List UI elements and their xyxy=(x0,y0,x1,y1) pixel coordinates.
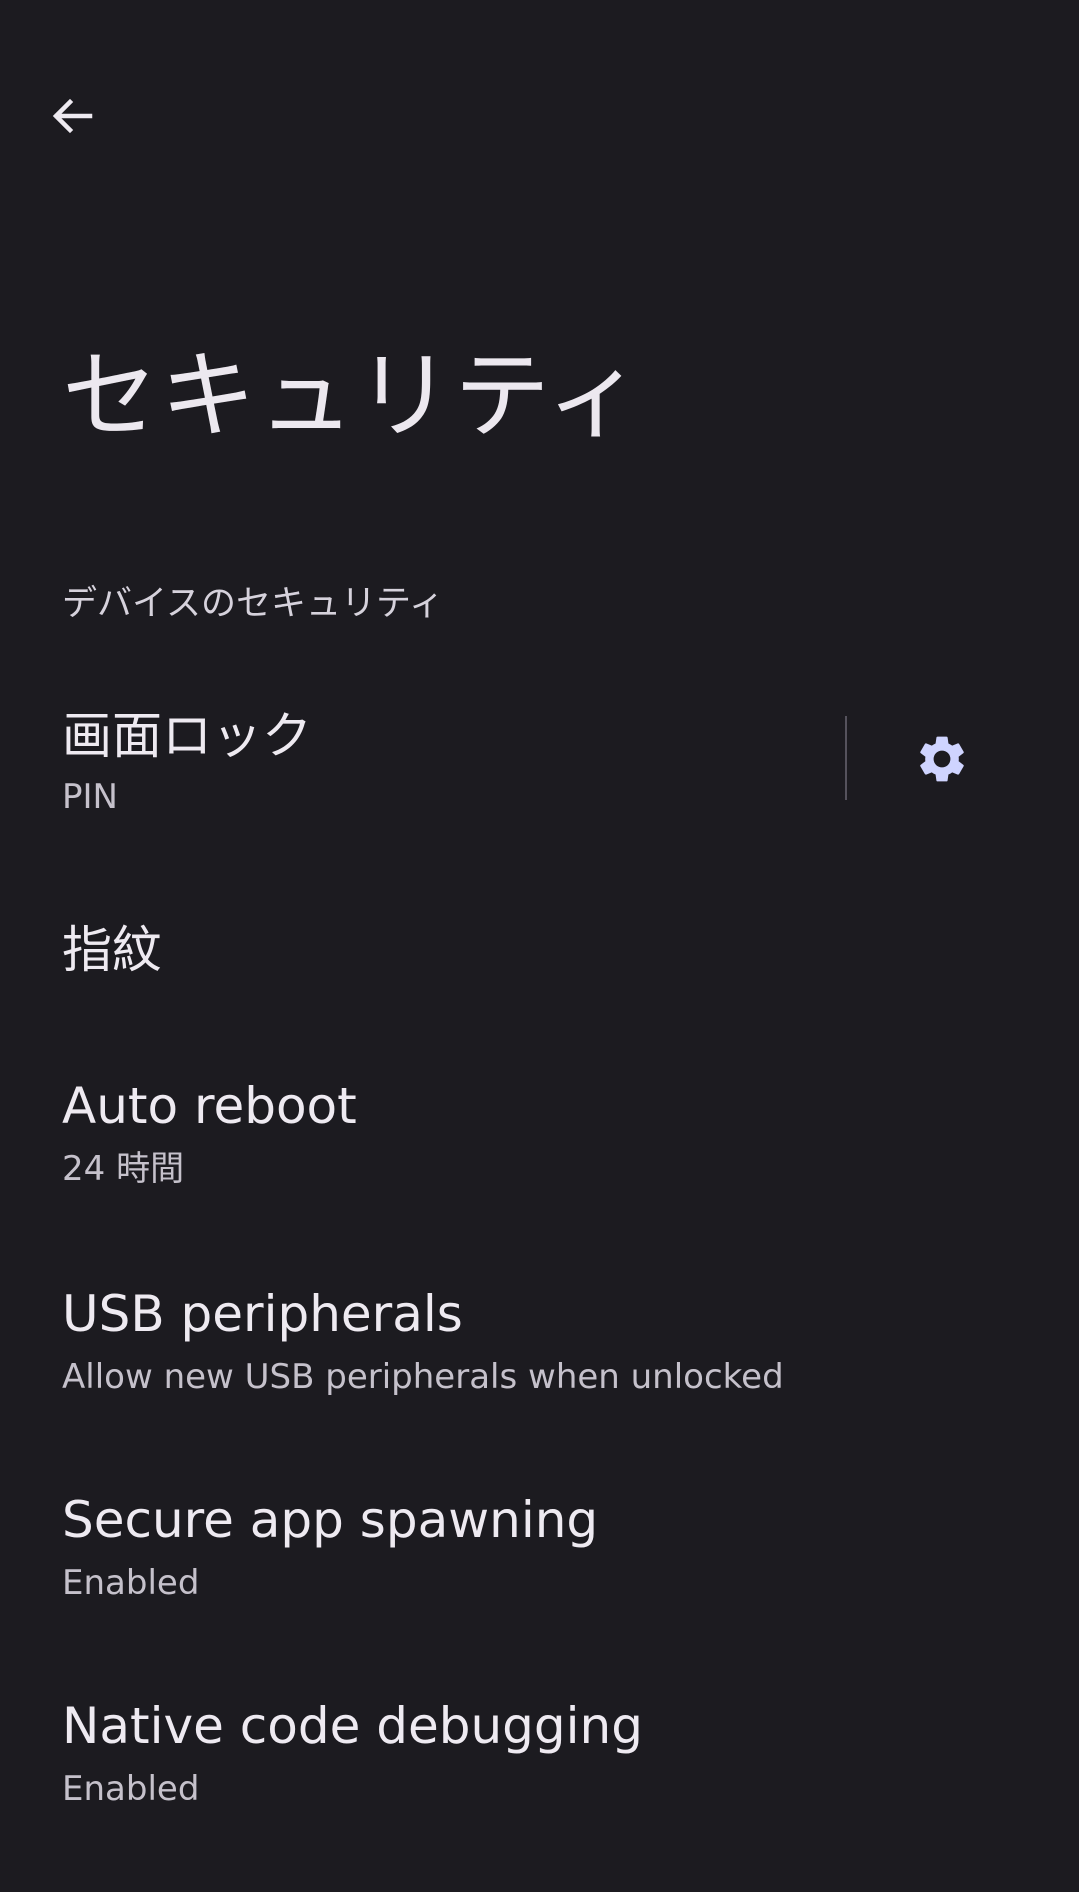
section-header-device-security: デバイスのセキュリティ xyxy=(62,584,444,624)
vertical-divider xyxy=(845,716,847,800)
pref-summary: PIN xyxy=(62,777,118,817)
pref-title: 画面ロック xyxy=(62,707,312,765)
pref-title: 指紋 xyxy=(62,921,162,979)
pref-title: USB peripherals xyxy=(62,1285,463,1343)
pref-summary: Enabled xyxy=(62,1563,200,1603)
pref-title: Auto reboot xyxy=(62,1077,357,1135)
pref-title: Native code debugging xyxy=(62,1697,643,1755)
pref-usb-peripherals[interactable]: USB peripherals Allow new USB peripheral… xyxy=(0,1268,1079,1418)
screen-lock-settings-button[interactable] xyxy=(898,715,986,803)
pref-auto-reboot[interactable]: Auto reboot 24 時間 xyxy=(0,1060,1079,1210)
back-button[interactable] xyxy=(34,78,110,154)
pref-title: Secure app spawning xyxy=(62,1491,599,1549)
gear-icon xyxy=(920,736,964,782)
page-title: セキュリティ xyxy=(62,340,645,452)
pref-summary: Enabled xyxy=(62,1769,200,1809)
pref-summary: Allow new USB peripherals when unlocked xyxy=(62,1357,784,1397)
pref-secure-app-spawning[interactable]: Secure app spawning Enabled xyxy=(0,1474,1079,1624)
arrow-back-icon xyxy=(52,98,93,134)
pref-native-code-debugging[interactable]: Native code debugging Enabled xyxy=(0,1680,1079,1830)
pref-screen-lock[interactable]: 画面ロック PIN xyxy=(0,690,845,840)
pref-fingerprint[interactable]: 指紋 xyxy=(0,890,1079,1010)
pref-summary: 24 時間 xyxy=(62,1149,185,1189)
